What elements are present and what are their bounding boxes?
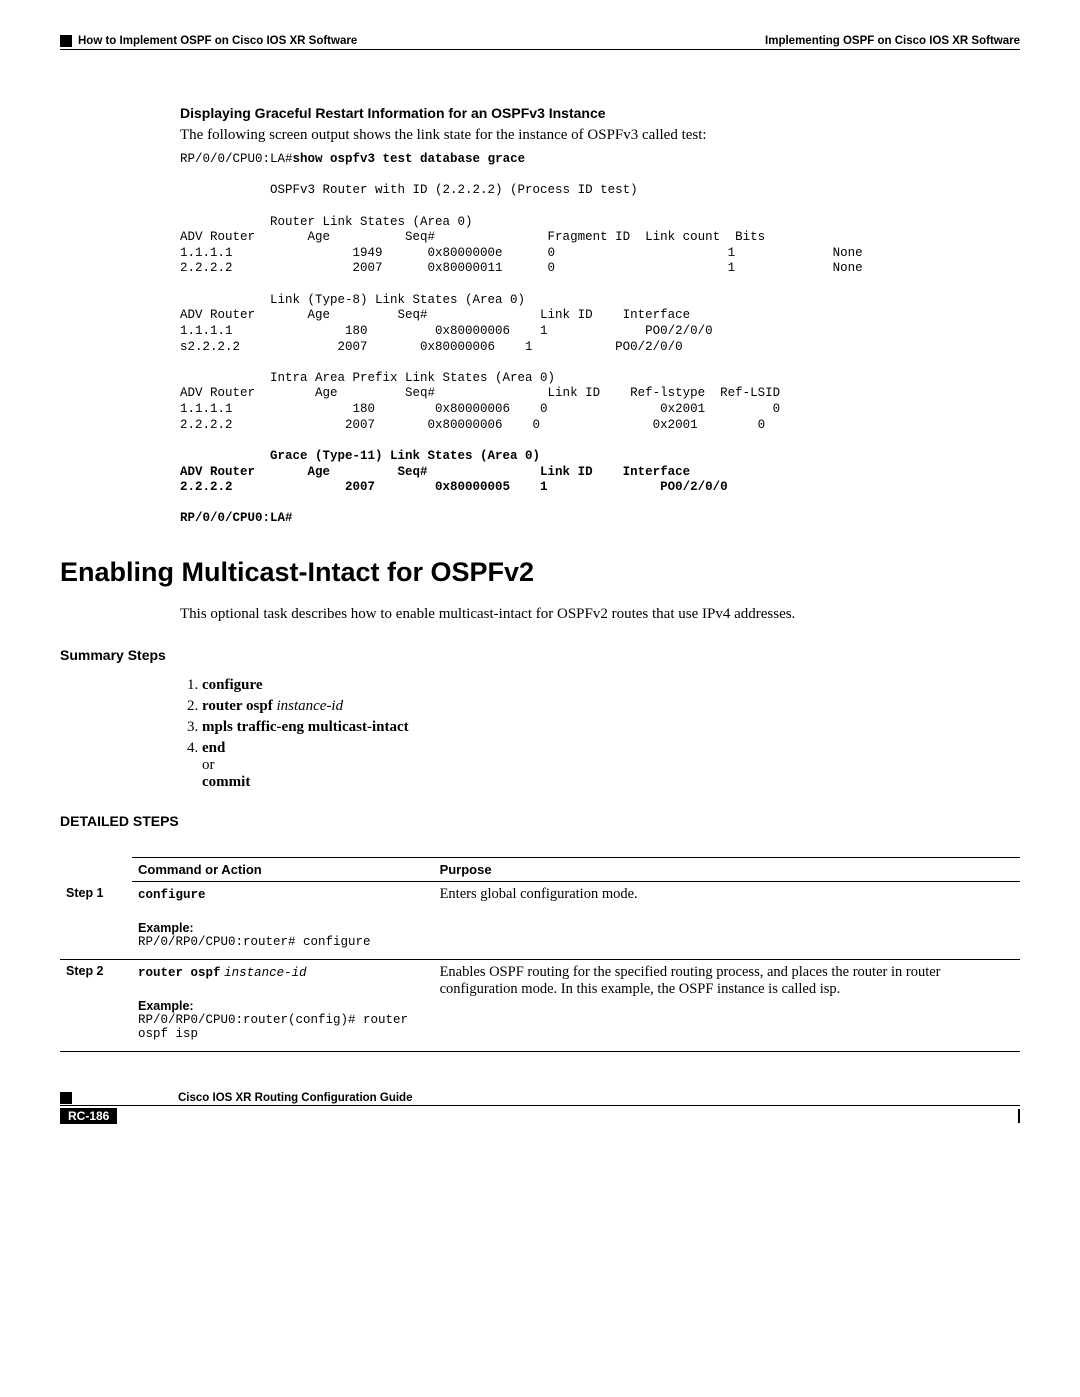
grace-row: 2.2.2.2 2007 0x80000005 1 PO0/2/0/0 [180,480,728,494]
graceful-restart-heading: Displaying Graceful Restart Information … [180,105,1020,121]
step-cmd: router ospf [202,698,273,714]
page-number: RC-186 [60,1108,117,1124]
intra-area-row: 2.2.2.2 2007 0x80000006 0 0x2001 0 [180,418,765,432]
step-cmd: configure [202,677,263,693]
step-command: router ospf [138,966,221,980]
table-row: Step 2 router ospf instance-id Example: … [60,960,1020,1052]
multicast-intro: This optional task describes how to enab… [180,606,1020,623]
example-label: Example: [138,921,428,935]
step-cmd: commit [202,774,250,790]
type8-row: s2.2.2.2 2007 0x80000006 1 PO0/2/0/0 [180,340,683,354]
summary-step: mpls traffic-eng multicast-intact [202,719,1020,736]
type8-header: ADV Router Age Seq# Link ID Interface [180,308,690,322]
grace-title: Grace (Type-11) Link States (Area 0) [180,449,540,463]
page-header: How to Implement OSPF on Cisco IOS XR So… [60,35,1020,47]
table-row: Step 1 configure Example: RP/0/RP0/CPU0:… [60,882,1020,960]
step-purpose: Enables OSPF routing for the specified r… [434,960,1020,1052]
step-purpose: Enters global configuration mode. [434,882,1020,960]
command: show ospfv3 test database grace [293,152,526,166]
router-link-row: 1.1.1.1 1949 0x8000000e 0 1 None [180,246,863,260]
header-marker [60,35,72,47]
summary-step: endorcommit [202,740,1020,791]
step-or: or [202,757,215,773]
step-number: Step 1 [60,882,132,960]
section-breadcrumb: How to Implement OSPF on Cisco IOS XR So… [78,35,357,47]
example-label: Example: [138,999,428,1013]
step-arg: instance-id [276,698,343,714]
intra-area-row: 1.1.1.1 180 0x80000006 0 0x2001 0 [180,402,780,416]
terminal-output: RP/0/0/CPU0:LA#show ospfv3 test database… [180,152,1020,527]
router-id-line: OSPFv3 Router with ID (2.2.2.2) (Process… [180,183,638,197]
step-command-arg: instance-id [224,966,307,980]
summary-step: configure [202,677,1020,694]
header-rule [60,49,1020,50]
type8-title: Link (Type-8) Link States (Area 0) [180,293,525,307]
footer-marker [60,1092,72,1104]
multicast-intact-heading: Enabling Multicast-Intact for OSPFv2 [60,557,1020,588]
footer-guide-title: Cisco IOS XR Routing Configuration Guide [178,1092,412,1104]
type8-row: 1.1.1.1 180 0x80000006 1 PO0/2/0/0 [180,324,713,338]
graceful-restart-intro: The following screen output shows the li… [180,127,1020,144]
col-purpose: Purpose [434,858,1020,882]
page-footer: Cisco IOS XR Routing Configuration Guide… [60,1092,1020,1124]
example-code: RP/0/RP0/CPU0:router(config)# router osp… [138,1013,428,1041]
prompt: RP/0/0/CPU0:LA# [180,152,293,166]
router-link-states-title: Router Link States (Area 0) [180,215,473,229]
step-command: configure [138,888,206,902]
detailed-steps-heading: DETAILED STEPS [60,813,1020,829]
intra-area-title: Intra Area Prefix Link States (Area 0) [180,371,555,385]
col-command: Command or Action [132,858,434,882]
summary-step: router ospf instance-id [202,698,1020,715]
summary-steps-list: configure router ospf instance-id mpls t… [180,677,1020,791]
crop-tick [1018,1109,1020,1123]
grace-header: ADV Router Age Seq# Link ID Interface [180,465,690,479]
detailed-steps-table: Command or Action Purpose Step 1 configu… [60,857,1020,1052]
summary-steps-heading: Summary Steps [60,647,1020,663]
router-link-row: 2.2.2.2 2007 0x80000011 0 1 None [180,261,863,275]
trailing-prompt: RP/0/0/CPU0:LA# [180,511,293,525]
step-cmd: end [202,740,225,756]
chapter-title: Implementing OSPF on Cisco IOS XR Softwa… [765,35,1020,47]
router-link-header: ADV Router Age Seq# Fragment ID Link cou… [180,230,765,244]
example-code: RP/0/RP0/CPU0:router# configure [138,935,428,949]
step-cmd: mpls traffic-eng multicast-intact [202,719,409,735]
intra-area-header: ADV Router Age Seq# Link ID Ref-lstype R… [180,386,780,400]
step-number: Step 2 [60,960,132,1052]
